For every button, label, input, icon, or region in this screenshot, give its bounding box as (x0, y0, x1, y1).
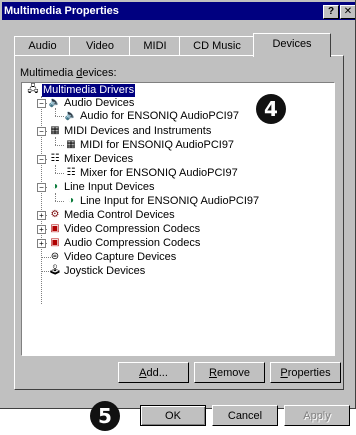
keyboard-icon: ▦ (66, 139, 76, 150)
collapse-line-input-devices[interactable]: − (37, 183, 46, 192)
callout-badge-4: 4 (256, 94, 286, 124)
remove-button[interactable]: Remove (194, 362, 265, 383)
multimedia-properties-dialog: Multimedia Properties ? ✕ Audio Video MI… (0, 0, 356, 426)
expand-video-codecs[interactable]: + (37, 225, 46, 234)
apply-button[interactable]: Apply (284, 405, 350, 426)
expand-media-control[interactable]: + (37, 211, 46, 220)
title-bar[interactable]: Multimedia Properties ? ✕ (2, 2, 355, 20)
audio-codec-icon: ▣ (50, 237, 60, 248)
collapse-audio-devices[interactable]: − (37, 99, 46, 108)
tab-audio[interactable]: Audio (14, 36, 71, 56)
camera-icon: ⊜ (50, 251, 60, 262)
media-control-icon: ⚙ (50, 209, 60, 220)
help-button[interactable]: ? (323, 5, 339, 19)
collapse-midi-devices[interactable]: − (37, 127, 46, 136)
properties-button[interactable]: Properties (270, 362, 341, 383)
callout-badge-5: 5 (90, 401, 120, 431)
tab-video[interactable]: Video (69, 36, 131, 56)
collapse-mixer-devices[interactable]: − (37, 155, 46, 164)
line-input-icon: ◑ (51, 181, 59, 192)
tab-strip: Audio Video MIDI CD Music Devices (14, 33, 355, 57)
mixer-icon: ☷ (50, 153, 60, 164)
speaker-icon: 🔈 (48, 97, 62, 108)
multimedia-icon: 🖧 (27, 84, 39, 95)
cancel-button[interactable]: Cancel (212, 405, 278, 426)
line-input-icon: ◑ (67, 195, 75, 206)
expand-audio-codecs[interactable]: + (37, 239, 46, 248)
ok-button[interactable]: OK (140, 405, 206, 426)
tree-root-label: Multimedia Drivers (42, 84, 136, 97)
close-button[interactable]: ✕ (340, 5, 355, 19)
window-title: Multimedia Properties (4, 5, 119, 17)
add-button[interactable]: Add... (118, 362, 189, 383)
joystick-icon: 🕹 (48, 265, 62, 276)
video-codec-icon: ▣ (50, 223, 60, 234)
tab-devices[interactable]: Devices (253, 33, 331, 57)
tab-cd-music[interactable]: CD Music (179, 36, 255, 56)
mixer-icon: ☷ (66, 167, 76, 178)
devices-label: Multimedia devices: (20, 67, 117, 79)
devices-tree[interactable]: 🖧 Multimedia Drivers − 🔈 Audio Devices 🔈… (21, 82, 335, 356)
speaker-icon: 🔈 (64, 110, 78, 121)
tab-midi[interactable]: MIDI (129, 36, 181, 56)
keyboard-icon: ▦ (50, 125, 60, 136)
